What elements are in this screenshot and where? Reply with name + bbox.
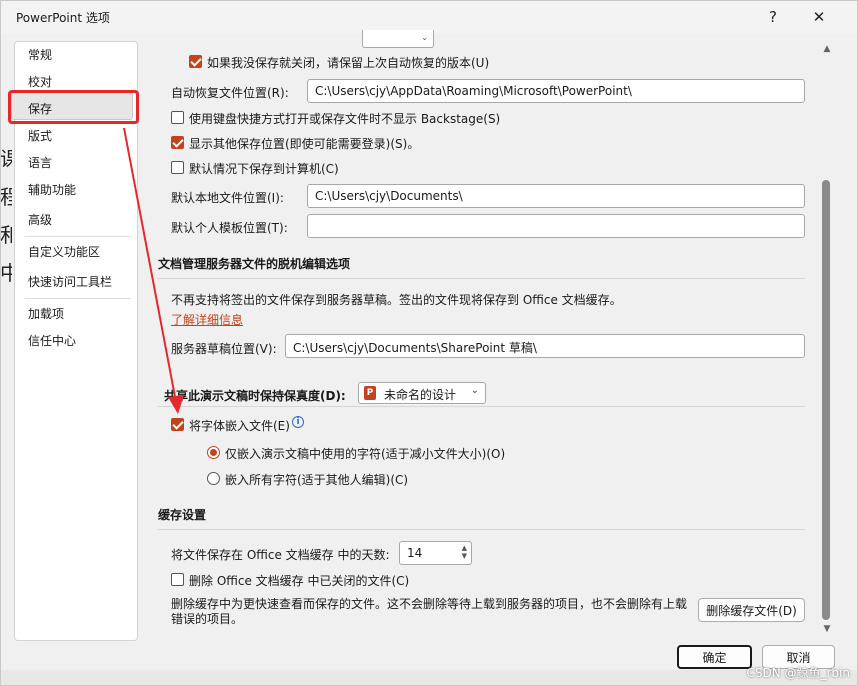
annotation-arrow-head [168,395,184,414]
annotation-arrow-line [123,127,177,403]
annotation-arrow [123,127,184,414]
